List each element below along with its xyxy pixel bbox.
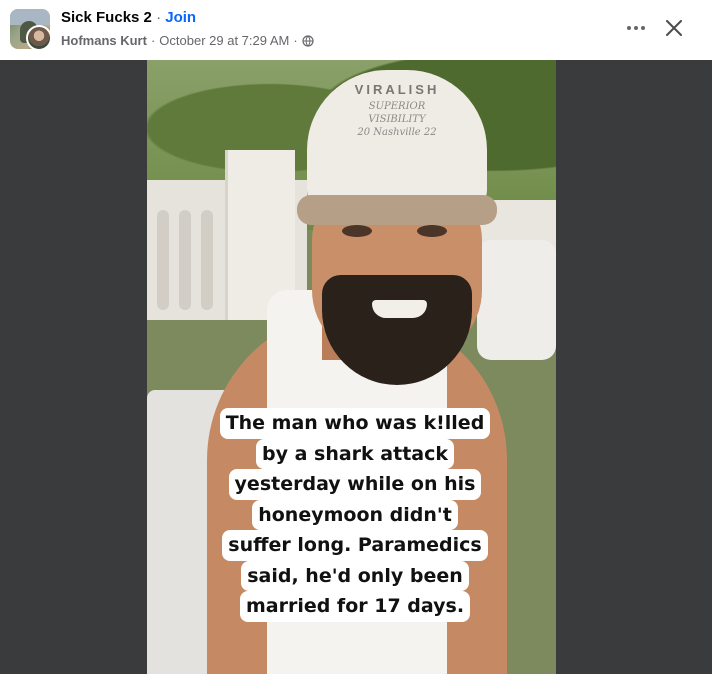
baluster	[157, 210, 169, 310]
media-area: VIRALISH SUPERIOR VISIBILITY 20 Nashvill…	[0, 60, 712, 674]
close-button[interactable]	[658, 12, 690, 44]
close-icon	[666, 20, 682, 36]
join-link[interactable]: Join	[165, 9, 196, 26]
group-title: Sick Fucks 2 · Join	[61, 9, 196, 26]
baluster	[179, 210, 191, 310]
baluster	[201, 210, 213, 310]
caption-line: married for 17 days.	[239, 591, 471, 622]
caption-line: honeymoon didn't	[252, 499, 458, 530]
person-mouth	[372, 300, 427, 318]
group-name-link[interactable]: Sick Fucks 2	[61, 9, 152, 26]
eye	[417, 225, 447, 237]
more-options-button[interactable]	[620, 12, 652, 44]
cap-line: VISIBILITY	[368, 114, 426, 125]
caption-line: said, he'd only been	[241, 560, 469, 591]
cap-line: 20 Nashville 22	[357, 127, 437, 138]
caption-line: yesterday while on his	[228, 469, 482, 500]
eye	[342, 225, 372, 237]
post-header: Sick Fucks 2 · Join Hofmans Kurt · Octob…	[0, 0, 712, 60]
author-avatar[interactable]	[26, 25, 52, 51]
globe-icon[interactable]	[302, 34, 314, 47]
caption-line: suffer long. Paramedics	[222, 530, 488, 561]
author-name[interactable]: Hofmans Kurt	[61, 33, 147, 48]
meta-separator: ·	[150, 33, 156, 48]
title-separator: ·	[156, 9, 162, 26]
post-timestamp[interactable]: October 29 at 7:29 AM	[159, 33, 289, 48]
post-meta: Hofmans Kurt · October 29 at 7:29 AM ·	[61, 33, 314, 48]
caption-line: The man who was k!lled	[219, 408, 491, 439]
cap-brand-text: VIRALISH	[354, 82, 440, 97]
caption-line: by a shark attack	[255, 438, 455, 469]
meta-separator-2: ·	[293, 33, 298, 48]
cushion	[477, 240, 556, 360]
cap-line: SUPERIOR	[368, 101, 426, 112]
cap-brim	[297, 195, 497, 225]
cap-logo-text: SUPERIOR VISIBILITY 20 Nashville 22	[322, 100, 472, 139]
video-caption: The man who was k!lled by a shark attack…	[219, 408, 491, 622]
video-player[interactable]: VIRALISH SUPERIOR VISIBILITY 20 Nashvill…	[147, 60, 556, 674]
more-horizontal-icon	[627, 26, 645, 30]
